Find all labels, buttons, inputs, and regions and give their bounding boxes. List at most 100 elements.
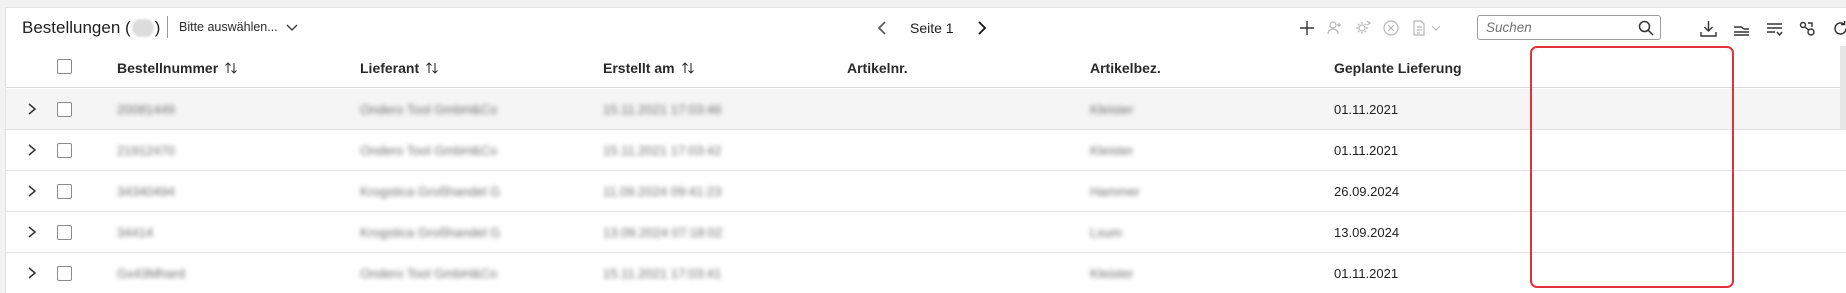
gear-arrow-icon [1356, 20, 1372, 34]
assign-user-button[interactable] [1321, 17, 1349, 39]
group-button[interactable] [1725, 17, 1758, 39]
export-button[interactable] [1692, 17, 1725, 39]
table-row[interactable]: 34340494 Krogstica Großhandel G 11.09.20… [6, 171, 1846, 212]
column-label: Artikelnr. [847, 60, 908, 76]
previous-page-button[interactable] [872, 18, 892, 38]
article-desc-cell: Lsum [1090, 225, 1122, 240]
expand-chevron-icon[interactable] [25, 225, 39, 239]
table-row[interactable]: 21912470 Ondero Tool GmbH&Co 15.11.2021 … [6, 130, 1846, 171]
planned-delivery-cell: 01.11.2021 [1334, 102, 1399, 117]
expand-chevron-icon[interactable] [25, 102, 39, 116]
view-selector-dropdown[interactable]: Bitte auswählen... [179, 20, 298, 34]
sort-icon[interactable] [224, 61, 238, 75]
user-add-icon [1327, 21, 1341, 35]
created-cell: 15.11.2021 17:03:42 [603, 143, 722, 158]
order-count-badge [131, 19, 154, 37]
row-checkbox[interactable] [57, 225, 72, 240]
row-checkbox[interactable] [57, 266, 72, 281]
order-number-cell: 20081449 [117, 102, 175, 117]
expand-chevron-icon[interactable] [25, 184, 39, 198]
chevron-down-icon [286, 24, 298, 31]
column-label: Lieferant [360, 60, 420, 76]
planned-delivery-cell: 13.09.2024 [1334, 225, 1400, 240]
column-header-order-number[interactable]: Bestellnummer [117, 60, 238, 76]
group-icon [1734, 25, 1749, 36]
order-number-cell: 34340494 [117, 184, 175, 199]
chevron-left-icon [877, 21, 886, 35]
chevron-right-icon [977, 21, 986, 35]
toolbar: Bestellungen ( ) Bitte auswählen... Seit… [6, 8, 1846, 46]
table-row[interactable]: 34414 Krogstica Großhandel G 13.09.2024 … [6, 212, 1846, 253]
column-label: Erstellt am [603, 60, 675, 76]
cancel-button[interactable] [1377, 17, 1405, 39]
workflow-button[interactable] [1349, 17, 1377, 39]
supplier-cell: Ondero Tool GmbH&Co [360, 266, 498, 281]
document-menu-button[interactable] [1405, 17, 1445, 39]
created-cell: 13.09.2024 07:18:02 [603, 225, 723, 240]
planned-delivery-cell: 26.09.2024 [1334, 184, 1400, 199]
search-field[interactable] [1477, 15, 1661, 40]
settings-nodes-icon [1799, 21, 1815, 36]
close-circle-icon [1383, 20, 1399, 36]
plus-icon [1300, 21, 1314, 35]
supplier-cell: Ondero Tool GmbH&Co [360, 102, 498, 117]
order-number-cell: 21912470 [117, 143, 175, 158]
column-label: Bestellnummer [117, 60, 219, 76]
supplier-cell: Krogstica Großhandel G [360, 225, 501, 240]
settings-button[interactable] [1791, 17, 1824, 39]
order-number-cell: Gx43Mhard [117, 266, 185, 281]
document-icon [1412, 20, 1425, 36]
page-indicator: Seite 1 [910, 20, 954, 36]
article-desc-cell: Kleister [1090, 102, 1134, 117]
article-desc-cell: Hammer [1090, 184, 1140, 199]
pagination: Seite 1 [872, 18, 992, 38]
expand-chevron-icon[interactable] [25, 266, 39, 280]
select-all-checkbox[interactable] [57, 59, 72, 74]
planned-delivery-cell: 01.11.2021 [1334, 143, 1399, 158]
refresh-button[interactable] [1824, 17, 1846, 39]
table-tools [1692, 17, 1846, 39]
supplier-cell: Krogstica Großhandel G [360, 184, 501, 199]
filter-button[interactable] [1758, 17, 1791, 39]
refresh-icon [1834, 20, 1846, 35]
planned-delivery-cell: 01.11.2021 [1334, 266, 1399, 281]
add-button[interactable] [1293, 17, 1321, 39]
sort-icon[interactable] [681, 61, 695, 75]
title-suffix: ) [154, 18, 161, 37]
search-icon[interactable] [1638, 20, 1654, 36]
table-header: Bestellnummer Lieferant Erstellt am Arti… [6, 46, 1846, 88]
filter-list-icon [1767, 22, 1783, 36]
next-page-button[interactable] [972, 18, 992, 38]
column-header-supplier[interactable]: Lieferant [360, 60, 439, 76]
column-header-article-desc[interactable]: Artikelbez. [1090, 60, 1161, 76]
row-checkbox[interactable] [57, 184, 72, 199]
column-label: Geplante Lieferung [1334, 60, 1462, 76]
title-prefix: Bestellungen ( [22, 18, 131, 37]
column-header-created[interactable]: Erstellt am [603, 60, 695, 76]
orders-panel: Bestellungen ( ) Bitte auswählen... Seit… [5, 7, 1846, 293]
vertical-scrollbar[interactable] [1840, 46, 1846, 130]
expand-chevron-icon[interactable] [25, 143, 39, 157]
table-row[interactable]: Gx43Mhard Ondero Tool GmbH&Co 15.11.2021… [6, 253, 1846, 293]
order-number-cell: 34414 [117, 225, 154, 240]
search-input[interactable] [1478, 16, 1628, 39]
created-cell: 15.11.2021 17:03:41 [603, 266, 722, 281]
article-desc-cell: Kleister [1090, 266, 1134, 281]
table-row[interactable]: 20081449 Ondero Tool GmbH&Co 15.11.2021 … [6, 89, 1846, 130]
article-desc-cell: Kleister [1090, 143, 1134, 158]
row-actions [1293, 17, 1445, 39]
row-checkbox[interactable] [57, 102, 72, 117]
page-title: Bestellungen ( ) [22, 18, 160, 38]
column-label: Artikelbez. [1090, 60, 1161, 76]
chevron-down-icon [1431, 25, 1440, 31]
view-selector-label: Bitte auswählen... [179, 20, 278, 34]
column-header-article-no[interactable]: Artikelnr. [847, 60, 908, 76]
row-checkbox[interactable] [57, 143, 72, 158]
created-cell: 15.11.2021 17:03:46 [603, 102, 722, 117]
column-header-planned-delivery[interactable]: Geplante Lieferung [1334, 60, 1462, 76]
supplier-cell: Ondero Tool GmbH&Co [360, 143, 498, 158]
download-icon [1700, 20, 1717, 37]
toolbar-divider [167, 16, 168, 38]
sort-icon[interactable] [425, 61, 439, 75]
created-cell: 11.09.2024 09:41:23 [603, 184, 722, 199]
